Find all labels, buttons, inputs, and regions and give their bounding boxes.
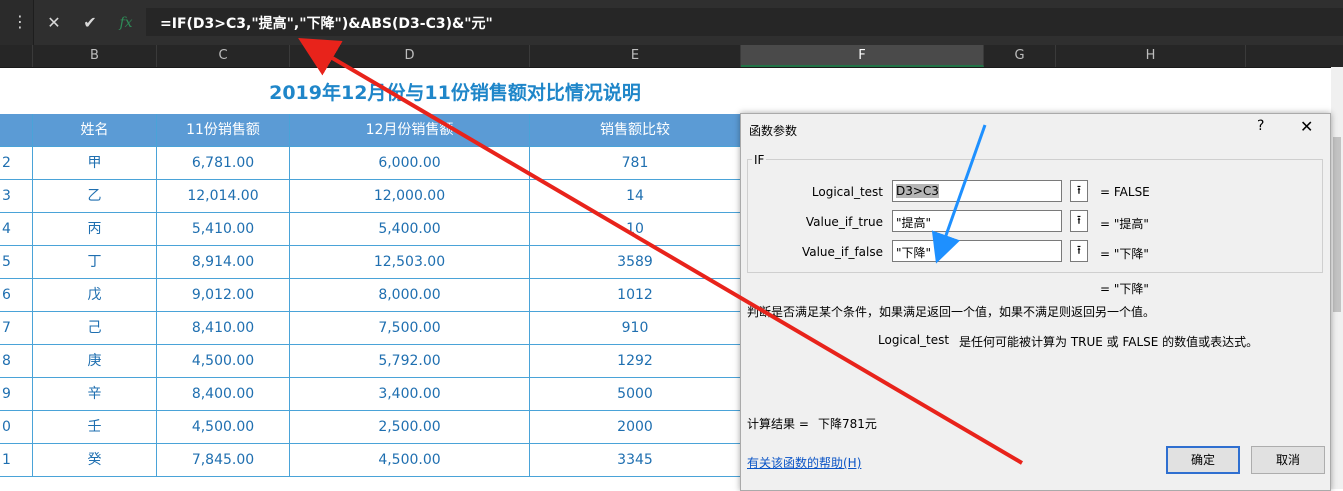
annotation-overlay [298, 37, 1024, 465]
blue-arrow [931, 124, 987, 264]
red-arrow [298, 37, 1024, 465]
